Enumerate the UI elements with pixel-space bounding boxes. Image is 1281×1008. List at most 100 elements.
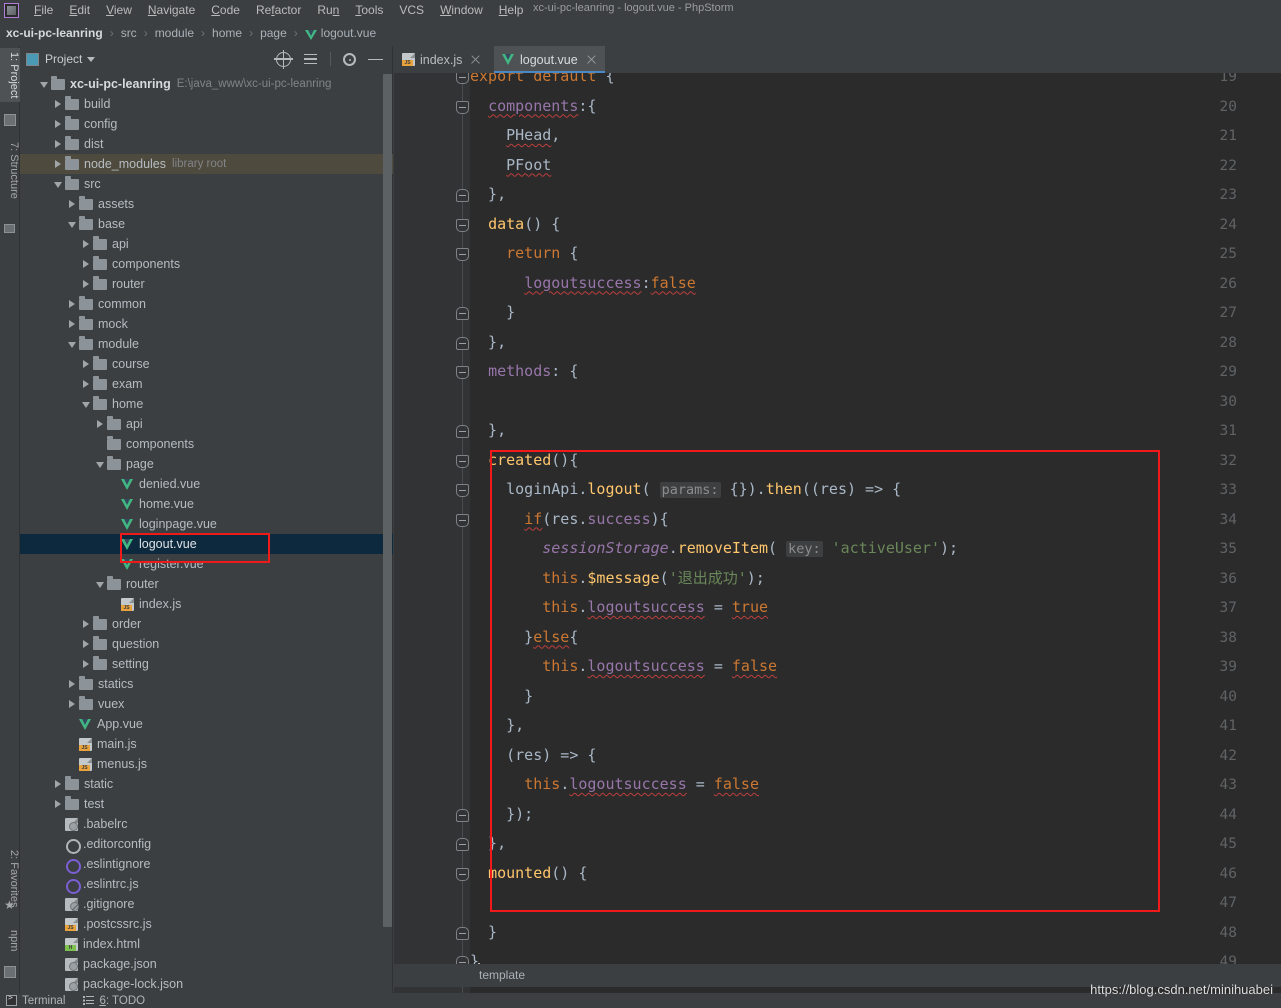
tree-item-api[interactable]: api [20, 234, 393, 254]
tree-item-components[interactable]: components [20, 254, 393, 274]
menu-file[interactable]: File [26, 0, 61, 20]
breadcrumb-item-src[interactable]: src [121, 26, 137, 40]
fold-marker-down[interactable] [456, 73, 469, 84]
hide-icon[interactable] [368, 52, 383, 67]
menu-tools[interactable]: Tools [347, 0, 391, 20]
tree-item-package-json[interactable]: package.json [20, 954, 393, 974]
fold-marker-up[interactable] [456, 425, 469, 438]
menu-run[interactable]: Run [309, 0, 347, 20]
tree-item-denied-vue[interactable]: denied.vue [20, 474, 393, 494]
tree-item-mock[interactable]: mock [20, 314, 393, 334]
code-editor[interactable]: 19 20 21 22 23 24 25 26 27 28 29 30 31 32 33 34 35 36 37 38… [394, 73, 1281, 993]
fold-marker-up[interactable] [456, 336, 469, 350]
tree-item-register-vue[interactable]: register.vue [20, 554, 393, 574]
menu-edit[interactable]: Edit [61, 0, 98, 20]
chevron-down-icon[interactable] [94, 459, 105, 470]
chevron-right-icon[interactable] [80, 659, 91, 670]
tree-item-package-lock-json[interactable]: package-lock.json [20, 974, 393, 993]
tree-item-node-modules[interactable]: node_modules library root [20, 154, 393, 174]
tree-item--postcssrc-js[interactable]: JS .postcssrc.js [20, 914, 393, 934]
chevron-right-icon[interactable] [66, 319, 77, 330]
tree-item-course[interactable]: course [20, 354, 393, 374]
sidebar-item-structure[interactable]: 7: Structure [0, 138, 20, 203]
chevron-down-icon[interactable] [38, 79, 49, 90]
close-icon[interactable] [470, 54, 481, 65]
tree-item-module[interactable]: module [20, 334, 393, 354]
tree-item-setting[interactable]: setting [20, 654, 393, 674]
tree-item-router[interactable]: router [20, 274, 393, 294]
tree-item-vuex[interactable]: vuex [20, 694, 393, 714]
sidebar-item-project[interactable]: 1: Project [0, 48, 20, 103]
tree-item--editorconfig[interactable]: .editorconfig [20, 834, 393, 854]
breadcrumb-template[interactable]: template [479, 968, 525, 982]
tree-item-logout-vue[interactable]: logout.vue [20, 534, 393, 554]
tab-index-js[interactable]: JS index.js [394, 46, 489, 73]
chevron-right-icon[interactable] [66, 699, 77, 710]
tree-item-page[interactable]: page [20, 454, 393, 474]
tree-scrollbar-thumb[interactable] [383, 74, 392, 927]
menu-code[interactable]: Code [203, 0, 248, 20]
tree-scrollbar[interactable] [383, 74, 392, 993]
fold-marker-down[interactable] [456, 100, 469, 114]
tree-item-exam[interactable]: exam [20, 374, 393, 394]
tree-item-src[interactable]: src [20, 174, 393, 194]
status-terminal[interactable]: Terminal [6, 993, 65, 1007]
menu-help[interactable]: Help [491, 0, 532, 20]
tree-item-home[interactable]: home [20, 394, 393, 414]
locate-icon[interactable] [274, 49, 293, 69]
tree-item--gitignore[interactable]: .gitignore [20, 894, 393, 914]
menu-view[interactable]: View [98, 0, 140, 20]
menu-vcs[interactable]: VCS [391, 0, 432, 20]
tree-item-index-html[interactable]: Hindex.html [20, 934, 393, 954]
chevron-right-icon[interactable] [80, 359, 91, 370]
chevron-right-icon[interactable] [80, 259, 91, 270]
fold-marker-up[interactable] [456, 307, 469, 320]
tree-item-dist[interactable]: dist [20, 134, 393, 154]
tree-item-build[interactable]: build [20, 94, 393, 114]
chevron-down-icon[interactable] [94, 579, 105, 590]
chevron-right-icon[interactable] [52, 799, 63, 810]
breadcrumb-item-page[interactable]: page [260, 26, 287, 40]
fold-marker-down[interactable] [456, 867, 469, 881]
breadcrumb-item-module[interactable]: module [155, 26, 194, 40]
tree-item-test[interactable]: test [20, 794, 393, 814]
project-file-tree[interactable]: xc-ui-pc-leanring E:\java_www\xc-ui-pc-le… [20, 74, 393, 993]
chevron-right-icon[interactable] [66, 679, 77, 690]
sidebar-item-npm[interactable]: npm [0, 926, 20, 955]
fold-marker-down[interactable] [456, 513, 469, 527]
tree-item-components[interactable]: components [20, 434, 393, 454]
menu-refactor[interactable]: Refactor [248, 0, 309, 20]
tree-item-common[interactable]: common [20, 294, 393, 314]
tree-item-question[interactable]: question [20, 634, 393, 654]
tab-logout-vue[interactable]: logout.vue [494, 46, 605, 73]
chevron-right-icon[interactable] [66, 299, 77, 310]
chevron-right-icon[interactable] [80, 379, 91, 390]
chevron-right-icon[interactable] [80, 619, 91, 630]
tree-item-assets[interactable]: assets [20, 194, 393, 214]
tree-item-menus-js[interactable]: JS menus.js [20, 754, 393, 774]
tree-item-loginpage-vue[interactable]: loginpage.vue [20, 514, 393, 534]
chevron-down-icon[interactable] [87, 56, 96, 62]
tree-item--babelrc[interactable]: .babelrc [20, 814, 393, 834]
fold-marker-up[interactable] [456, 838, 469, 851]
fold-marker-down[interactable] [456, 454, 469, 468]
chevron-right-icon[interactable] [80, 239, 91, 250]
chevron-right-icon[interactable] [94, 419, 105, 430]
close-icon[interactable] [586, 54, 597, 65]
tree-item-index-js[interactable]: JS index.js [20, 594, 393, 614]
chevron-down-icon[interactable] [52, 179, 63, 190]
gear-icon[interactable] [343, 53, 356, 66]
menu-window[interactable]: Window [432, 0, 491, 20]
chevron-down-icon[interactable] [80, 399, 91, 410]
tree-item-xc-ui-pc-leanring[interactable]: xc-ui-pc-leanring E:\java_www\xc-ui-pc-le… [20, 74, 393, 94]
tree-item-home-vue[interactable]: home.vue [20, 494, 393, 514]
tree-item-main-js[interactable]: JS main.js [20, 734, 393, 754]
chevron-down-icon[interactable] [66, 219, 77, 230]
fold-marker-down[interactable] [456, 218, 469, 232]
chevron-right-icon[interactable] [52, 779, 63, 790]
tree-item-statics[interactable]: statics [20, 674, 393, 694]
tree-item-api[interactable]: api [20, 414, 393, 434]
collapse-all-icon[interactable] [303, 52, 318, 67]
code-content[interactable]: export default { components:{ PHead, PFo… [470, 73, 1281, 993]
breadcrumb-item-logout-vue[interactable]: logout.vue [304, 26, 376, 40]
